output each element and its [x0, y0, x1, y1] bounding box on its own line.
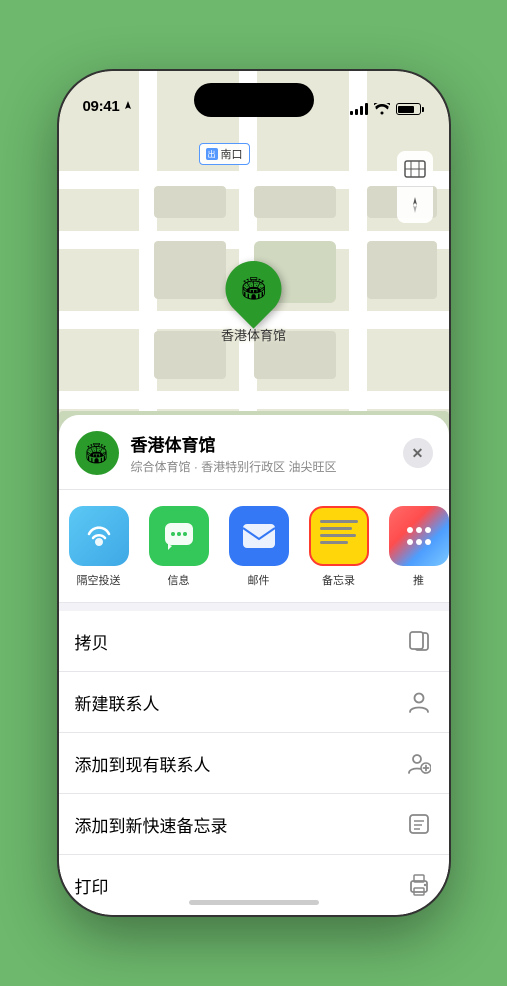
wifi-icon	[374, 103, 390, 115]
more-dot-row-bottom	[407, 539, 431, 545]
action-add-to-contact-label: 添加到现有联系人	[75, 751, 211, 776]
map-type-button[interactable]	[397, 151, 433, 187]
notes-lines	[320, 520, 358, 544]
location-description: 综合体育馆 · 香港特别行政区 油尖旺区	[131, 458, 391, 475]
action-print[interactable]: 打印	[59, 855, 449, 915]
compass-icon	[406, 196, 424, 214]
signal-bar-4	[365, 103, 368, 115]
share-airdrop[interactable]: 隔空投送	[59, 506, 139, 588]
map-icon	[404, 160, 426, 178]
share-row: 隔空投送 信息	[59, 490, 449, 603]
print-icon	[405, 871, 433, 899]
mail-svg	[241, 522, 277, 550]
copy-svg	[408, 629, 430, 653]
action-quick-note[interactable]: 添加到新快速备忘录	[59, 794, 449, 855]
person-svg	[408, 690, 430, 714]
action-list: 拷贝 新建联系人	[59, 611, 449, 915]
airdrop-icon	[69, 506, 129, 566]
map-block	[154, 241, 226, 299]
battery-fill	[398, 106, 414, 113]
mail-icon	[229, 506, 289, 566]
signal-bar-1	[350, 111, 353, 115]
signal-bar-3	[360, 106, 363, 115]
map-block	[154, 331, 226, 379]
map-block	[367, 241, 437, 299]
location-info: 香港体育馆 综合体育馆 · 香港特别行政区 油尖旺区	[131, 431, 391, 475]
action-new-contact-label: 新建联系人	[75, 690, 160, 715]
share-more[interactable]: 推	[379, 506, 449, 588]
map-block	[154, 186, 226, 218]
share-mail[interactable]: 邮件	[219, 506, 299, 588]
location-button[interactable]	[397, 187, 433, 223]
map-controls	[397, 151, 433, 223]
more-icon	[389, 506, 449, 566]
mail-label: 邮件	[248, 572, 270, 588]
notes-icon	[309, 506, 369, 566]
dynamic-island	[194, 83, 314, 117]
status-time: 09:41	[83, 98, 120, 115]
more-label: 推	[413, 572, 424, 588]
marker-pin: 🏟	[214, 249, 293, 328]
phone-frame: 09:41	[59, 71, 449, 915]
notes-label: 备忘录	[322, 572, 355, 588]
print-svg	[407, 874, 431, 896]
airdrop-svg	[83, 520, 115, 552]
location-icon	[123, 101, 133, 113]
share-message[interactable]: 信息	[139, 506, 219, 588]
marker-pin-inner: 🏟	[240, 276, 268, 302]
action-print-label: 打印	[75, 873, 109, 898]
status-icons	[350, 103, 421, 115]
message-svg	[162, 520, 196, 552]
note-svg	[408, 813, 430, 835]
action-quick-note-label: 添加到新快速备忘录	[75, 812, 228, 837]
action-new-contact[interactable]: 新建联系人	[59, 672, 449, 733]
more-dot-row-top	[407, 527, 431, 533]
person-add-svg	[407, 751, 431, 775]
action-add-to-contact[interactable]: 添加到现有联系人	[59, 733, 449, 794]
map-label: 出 南口	[199, 143, 250, 165]
action-copy[interactable]: 拷贝	[59, 611, 449, 672]
copy-icon	[405, 627, 433, 655]
person-add-icon	[405, 749, 433, 777]
note-icon	[405, 810, 433, 838]
location-name: 香港体育馆	[131, 431, 391, 456]
airdrop-label: 隔空投送	[77, 572, 121, 588]
signal-bar-2	[355, 109, 358, 115]
close-button[interactable]: ✕	[403, 438, 433, 468]
message-label: 信息	[168, 572, 190, 588]
person-icon	[405, 688, 433, 716]
home-indicator	[189, 900, 319, 905]
location-card: 🏟 香港体育馆 综合体育馆 · 香港特别行政区 油尖旺区 ✕	[59, 415, 449, 490]
bottom-sheet: 🏟 香港体育馆 综合体育馆 · 香港特别行政区 油尖旺区 ✕	[59, 415, 449, 915]
map-block	[254, 186, 336, 218]
stadium-marker: 🏟 香港体育馆	[221, 261, 286, 344]
share-notes[interactable]: 备忘录	[299, 506, 379, 588]
action-copy-label: 拷贝	[75, 629, 109, 654]
phone-screen: 09:41	[59, 71, 449, 915]
battery-icon	[396, 103, 421, 115]
signal-bars	[350, 103, 368, 115]
location-card-icon: 🏟	[75, 431, 119, 475]
map-label-text: 南口	[221, 146, 243, 162]
map-label-icon: 出	[206, 148, 218, 160]
message-icon	[149, 506, 209, 566]
